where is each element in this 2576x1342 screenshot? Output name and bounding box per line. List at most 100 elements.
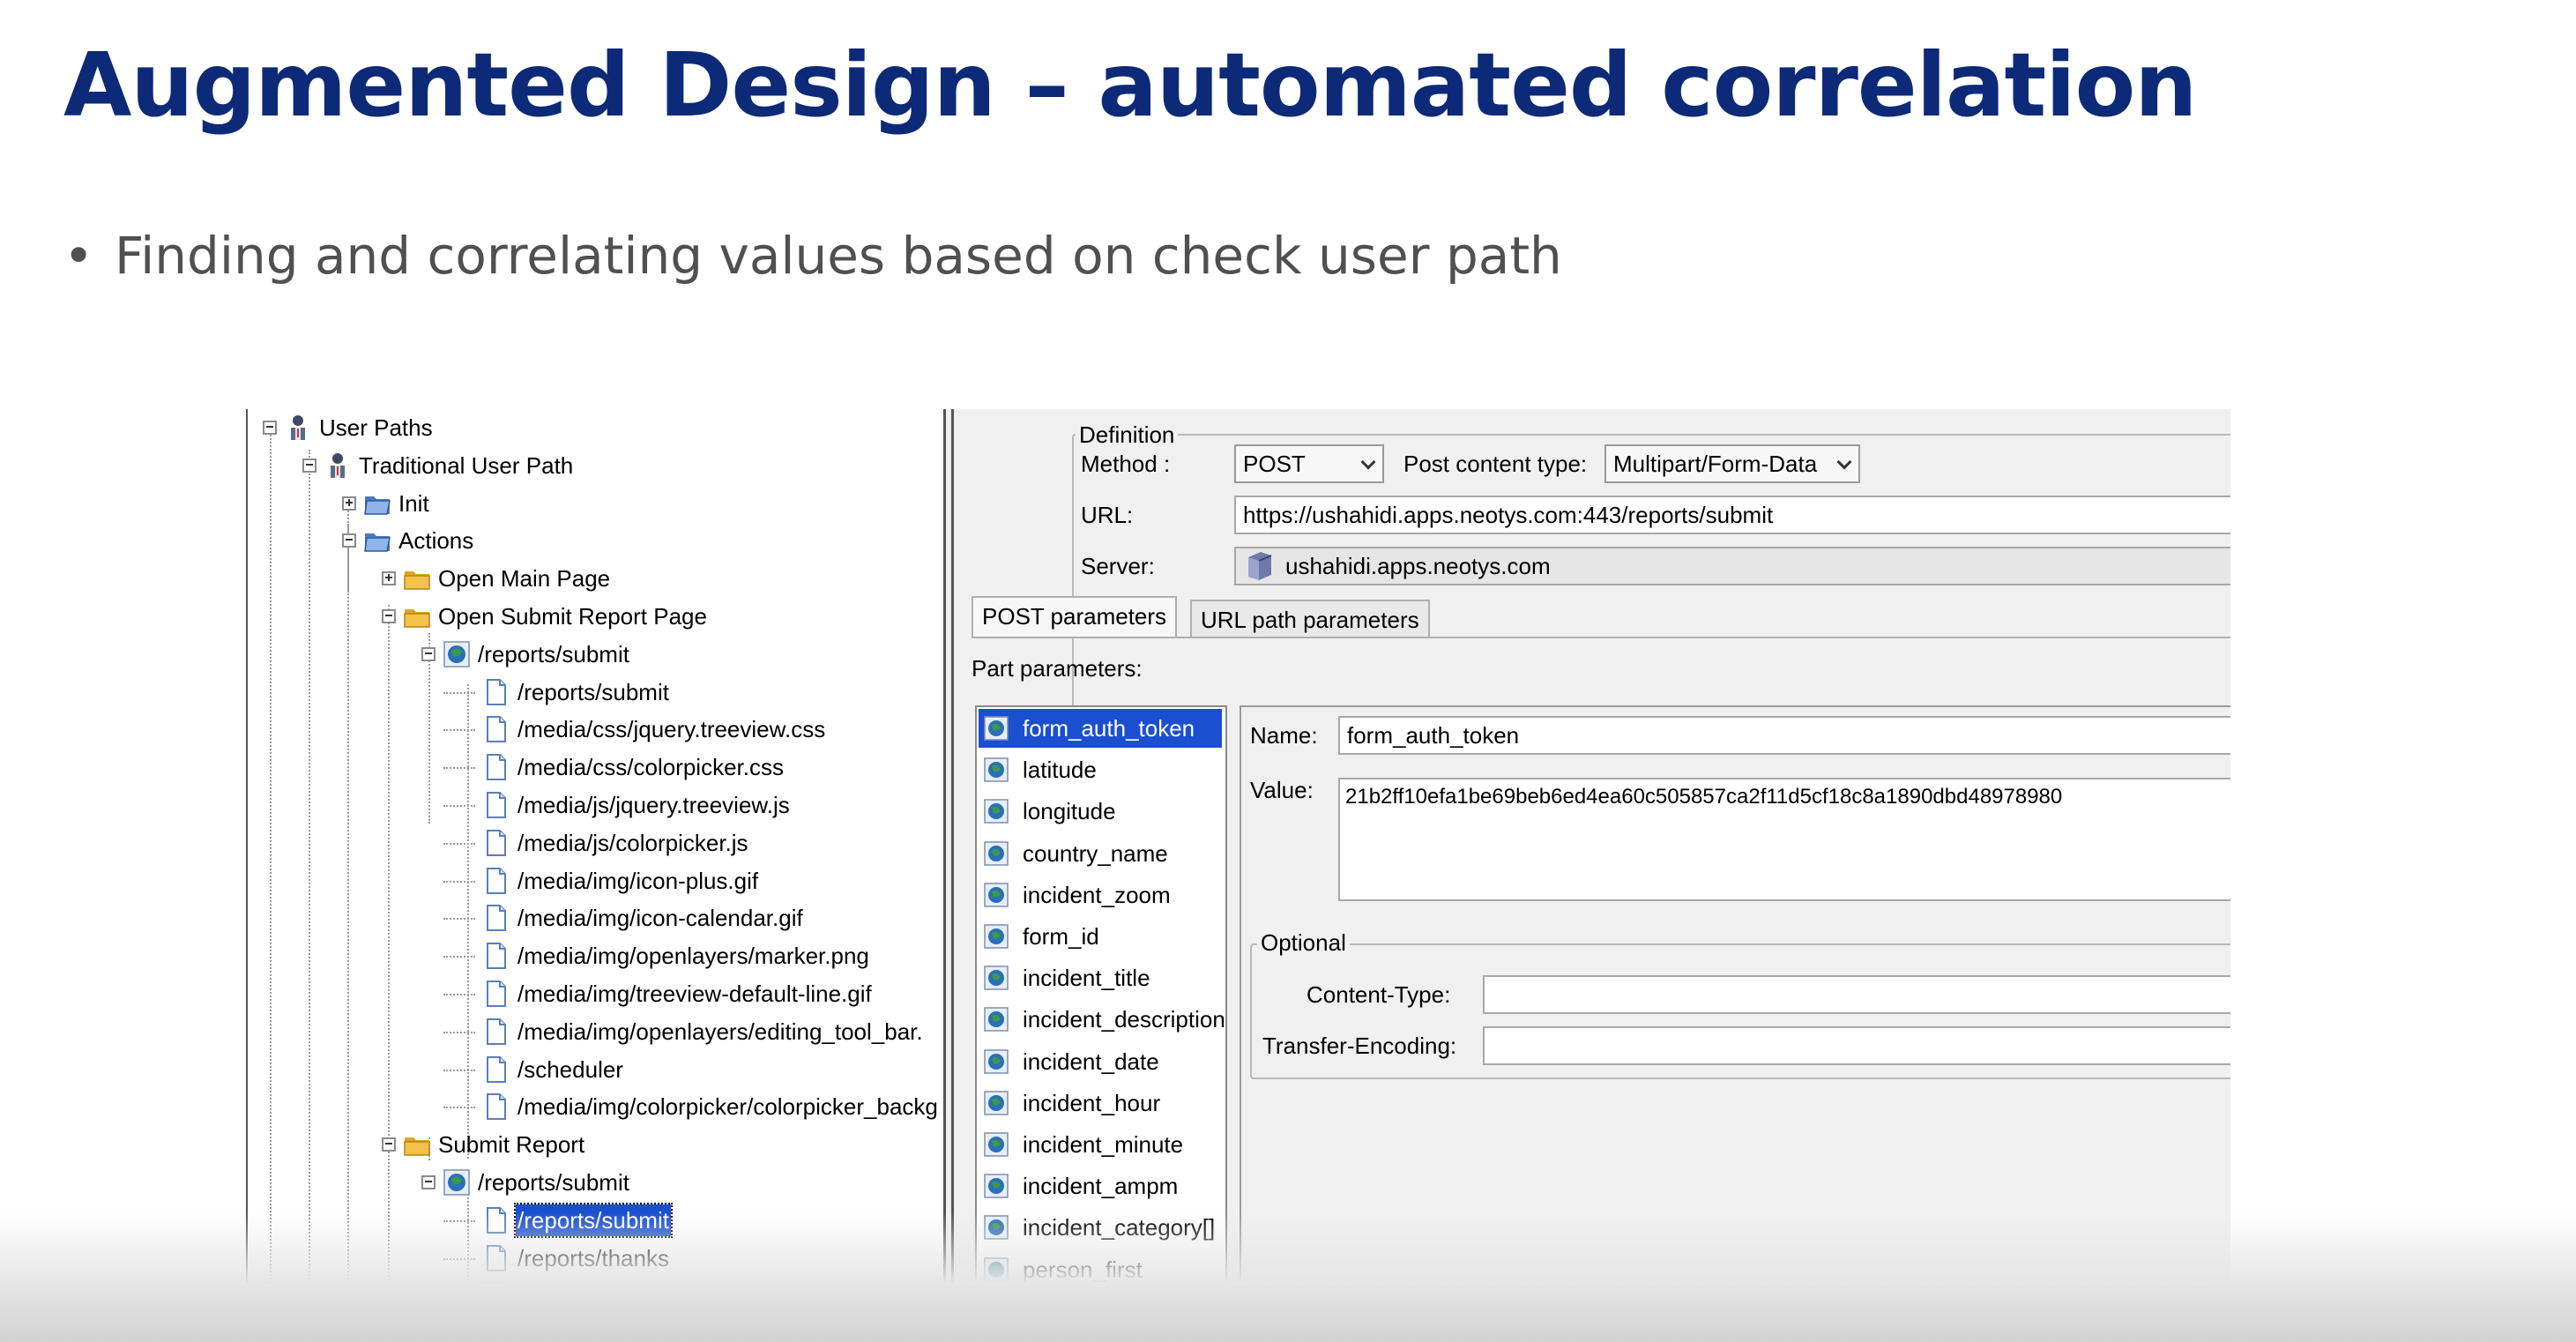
neoload-screenshot: User Paths Traditional User Path Init Actio… (245, 409, 2230, 1308)
parameter-item[interactable]: incident_ampm (979, 1167, 1222, 1205)
tree-item-label: Open Main Page (438, 565, 611, 593)
parameter-item[interactable]: form_auth_token (979, 709, 1222, 748)
content-type-field[interactable] (1483, 975, 2230, 1014)
page-icon (482, 715, 510, 743)
tree-item-resource[interactable]: /media/img/treeview-default-line.gif (245, 976, 943, 1011)
method-value: POST (1243, 451, 1306, 477)
tree-item-resource[interactable]: /media/img/openlayers/marker.png (245, 938, 943, 973)
page-icon (482, 1281, 510, 1308)
tree-item-open-submit-report-page[interactable]: Open Submit Report Page (245, 599, 943, 634)
user-icon (324, 451, 352, 480)
tab-url-path-parameters[interactable]: URL path parameters (1190, 600, 1430, 638)
parameter-item[interactable]: form_id (979, 917, 1222, 956)
parameter-item[interactable]: incident_title (979, 958, 1222, 997)
globe-icon (984, 799, 1009, 824)
globe-icon (443, 640, 471, 668)
page-icon (482, 678, 510, 706)
tree-item-resource[interactable]: /reports/submit (245, 1202, 943, 1238)
folder-icon (363, 526, 391, 555)
collapse-icon[interactable] (382, 1137, 396, 1152)
method-label: Method : (1081, 451, 1171, 477)
tree-item-resource[interactable]: /media/img/openlayers/editing_tool_bar. (245, 1014, 943, 1049)
transfer-encoding-label: Transfer-Encoding: (1262, 1033, 1457, 1059)
page-icon (482, 1018, 510, 1046)
parameter-item[interactable]: incident_category[] (979, 1208, 1222, 1247)
tree-item-resource[interactable]: /scheduler (245, 1278, 943, 1308)
tree-item-resource[interactable]: /media/js/jquery.treeview.js (245, 787, 943, 823)
tree-item-label: /media/img/treeview-default-line.gif (517, 980, 872, 1007)
name-field[interactable]: form_auth_token (1338, 716, 2230, 755)
parameter-name: incident_date (1023, 1048, 1159, 1075)
tree-item-label: /reports/submit (514, 1202, 673, 1238)
tree-item-open-main-page[interactable]: Open Main Page (245, 561, 943, 596)
parameter-name: person_first (1023, 1256, 1143, 1283)
tree-item-actions[interactable]: Actions (245, 523, 943, 558)
parameter-item[interactable]: incident_zoom (979, 876, 1222, 914)
expand-icon[interactable] (382, 571, 396, 586)
tree-item-resource[interactable]: /reports/submit (245, 675, 943, 710)
value-label: Value: (1250, 777, 1314, 803)
page-icon (482, 829, 510, 857)
name-label: Name: (1250, 722, 1318, 749)
globe-icon (984, 840, 1009, 866)
tree-item-resource[interactable]: /reports/thanks (245, 1241, 943, 1276)
optional-group-title: Optional (1257, 929, 1350, 956)
parameter-item[interactable]: person_first (979, 1250, 1222, 1289)
page-icon (482, 1055, 510, 1084)
tree-item-resource[interactable]: /media/img/icon-calendar.gif (245, 900, 943, 936)
tree-item-label: /media/css/jquery.treeview.css (517, 716, 826, 743)
collapse-icon[interactable] (421, 1175, 436, 1189)
parameter-item[interactable]: person_last (979, 1292, 1222, 1308)
page-icon (482, 904, 510, 932)
parameter-name: incident_category[] (1023, 1214, 1216, 1241)
tree-item-traditional-user-path[interactable]: Traditional User Path (245, 448, 943, 483)
tree-item-label: /media/js/jquery.treeview.js (517, 792, 790, 818)
tree-item-resource[interactable]: /media/css/jquery.treeview.css (245, 712, 943, 747)
chevron-down-icon (1360, 454, 1376, 470)
tree-item-label: /media/img/colorpicker/colorpicker_backg (517, 1093, 938, 1121)
parameter-item[interactable]: incident_date (979, 1042, 1222, 1081)
tab-post-parameters[interactable]: POST parameters (972, 596, 1178, 638)
expand-icon[interactable] (342, 496, 356, 511)
tree-item-resource[interactable]: /scheduler (245, 1052, 943, 1087)
collapse-icon[interactable] (382, 609, 396, 623)
parameter-item[interactable]: longitude (979, 792, 1222, 831)
value-textarea[interactable]: 21b2ff10efa1be69beb6ed4ea60c505857ca2f11… (1338, 778, 2230, 901)
post-content-type-select[interactable]: Multipart/Form-Data (1604, 444, 1860, 483)
parameter-item[interactable]: incident_description (979, 1000, 1225, 1039)
method-select[interactable]: POST (1234, 444, 1384, 483)
collapse-icon[interactable] (302, 458, 316, 473)
tree-item-resource[interactable]: /media/img/icon-plus.gif (245, 863, 943, 898)
page-icon (482, 1092, 510, 1121)
parameter-item[interactable]: incident_minute (979, 1125, 1222, 1164)
server-field[interactable]: ushahidi.apps.neotys.com (1234, 547, 2230, 585)
part-parameters-list[interactable]: form_auth_token latitude longitude country_… (975, 705, 1227, 1308)
tree-item-resource[interactable]: /media/css/colorpicker.css (245, 749, 943, 785)
parameter-name: incident_ampm (1023, 1173, 1179, 1200)
collapse-icon[interactable] (263, 421, 277, 435)
parameter-item[interactable]: incident_hour (979, 1084, 1222, 1122)
tree-item-request[interactable]: /reports/submit (245, 637, 943, 672)
parameter-name: incident_hour (1023, 1089, 1161, 1116)
parameter-item[interactable]: country_name (979, 834, 1222, 873)
page-icon (482, 1244, 510, 1272)
value-value: 21b2ff10efa1be69beb6ed4ea60c505857ca2f11… (1345, 785, 2063, 809)
tree-item-request[interactable]: /reports/submit (245, 1165, 943, 1200)
tree-item-label: Open Submit Report Page (438, 603, 707, 630)
tree-item-init[interactable]: Init (245, 486, 943, 521)
tree-item-submit-report[interactable]: Submit Report (245, 1127, 943, 1162)
server-value: ushahidi.apps.neotys.com (1285, 553, 1551, 579)
tree-item-user-paths[interactable]: User Paths (245, 410, 943, 445)
transfer-encoding-field[interactable] (1483, 1026, 2230, 1065)
content-type-label: Content-Type: (1307, 981, 1451, 1008)
tree-item-resource[interactable]: /media/img/colorpicker/colorpicker_backg (245, 1089, 943, 1124)
url-field[interactable]: https://ushahidi.apps.neotys.com:443/rep… (1234, 496, 2230, 534)
parameter-name: incident_zoom (1023, 881, 1171, 908)
tree-item-label: /media/img/icon-plus.gif (517, 867, 759, 894)
parameter-item[interactable]: latitude (979, 750, 1222, 789)
tree-item-label: /media/js/colorpicker.js (517, 829, 748, 856)
collapse-icon[interactable] (342, 533, 356, 548)
tree-item-resource[interactable]: /media/js/colorpicker.js (245, 825, 943, 861)
pane-splitter[interactable] (943, 409, 954, 1308)
collapse-icon[interactable] (421, 646, 436, 661)
